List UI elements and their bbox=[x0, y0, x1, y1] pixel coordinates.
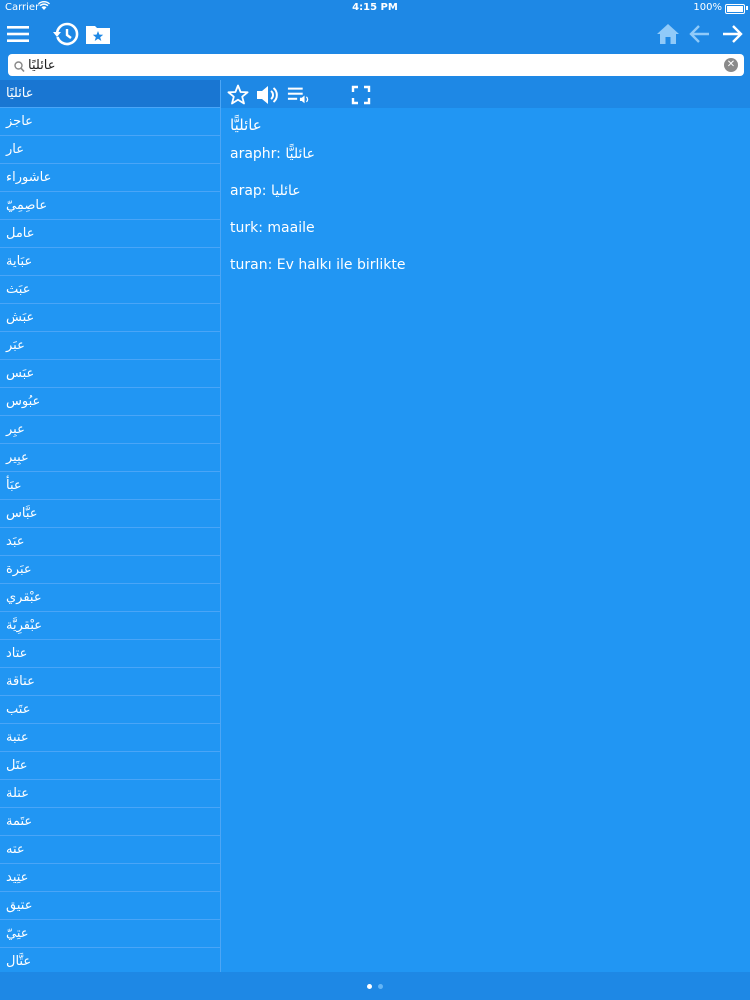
list-item[interactable]: عتبة bbox=[0, 724, 220, 752]
detail-toolbar bbox=[221, 80, 750, 108]
entry-value: maaile bbox=[267, 220, 315, 236]
list-item[interactable]: عتلة bbox=[0, 780, 220, 808]
definition-entry: turk: maaile bbox=[230, 220, 740, 236]
menu-icon[interactable] bbox=[4, 20, 32, 48]
entry-value: عائليًّا bbox=[285, 146, 315, 162]
battery-icon bbox=[725, 4, 745, 14]
list-item[interactable]: عبَرة bbox=[0, 556, 220, 584]
list-item[interactable]: عامل bbox=[0, 220, 220, 248]
home-icon[interactable] bbox=[654, 20, 682, 48]
list-item[interactable]: عاصِمِيّ bbox=[0, 192, 220, 220]
fullscreen-icon[interactable] bbox=[349, 83, 373, 107]
headword: عائليًّا bbox=[230, 116, 262, 134]
favorites-folder-icon[interactable] bbox=[84, 20, 112, 48]
list-item[interactable]: عبَأ bbox=[0, 472, 220, 500]
list-item[interactable]: عبُوس bbox=[0, 388, 220, 416]
battery-nub bbox=[746, 6, 748, 10]
forward-arrow-icon[interactable] bbox=[718, 20, 746, 48]
list-item[interactable]: عتِيد bbox=[0, 864, 220, 892]
clear-search-icon[interactable]: ✕ bbox=[724, 58, 738, 72]
page-dot-active[interactable] bbox=[367, 984, 372, 989]
list-item[interactable]: عتَل bbox=[0, 752, 220, 780]
list-item[interactable]: عائليًا bbox=[0, 80, 220, 108]
clock: 4:15 PM bbox=[352, 2, 398, 13]
bottom-bar bbox=[0, 972, 750, 1000]
battery-percent: 100% bbox=[693, 2, 722, 13]
list-item[interactable]: عبْقرِيَّة bbox=[0, 612, 220, 640]
list-item[interactable]: عبْقري bbox=[0, 584, 220, 612]
page-dot[interactable] bbox=[378, 984, 383, 989]
list-item[interactable]: عتِيّ bbox=[0, 920, 220, 948]
list-item[interactable]: عتاد bbox=[0, 640, 220, 668]
entry-label: turk: bbox=[230, 220, 263, 236]
definition-entry: turan: Ev halkı ile birlikte bbox=[230, 257, 740, 273]
entry-value: عائليا bbox=[270, 183, 301, 199]
top-toolbar bbox=[0, 16, 750, 52]
status-bar: Carrier 4:15 PM 100% bbox=[0, 0, 750, 16]
list-item[interactable]: عبَر bbox=[0, 332, 220, 360]
star-icon[interactable] bbox=[226, 83, 250, 107]
list-item[interactable]: عتَّال bbox=[0, 948, 220, 972]
list-item[interactable]: عبَث bbox=[0, 276, 220, 304]
list-item[interactable]: عتيق bbox=[0, 892, 220, 920]
word-list: عائليًا عاجز عار عاشوراء عاصِمِيّ عامل عبَاية ع… bbox=[0, 80, 221, 972]
entry-label: turan: bbox=[230, 257, 273, 273]
list-item[interactable]: عبِر bbox=[0, 416, 220, 444]
search-icon bbox=[14, 58, 25, 77]
list-item[interactable]: عبَاية bbox=[0, 248, 220, 276]
search-bar: ✕ bbox=[0, 52, 750, 80]
list-item[interactable]: عبَش bbox=[0, 304, 220, 332]
definition-entry: arap: عائليا bbox=[230, 183, 740, 199]
list-item[interactable]: عاشوراء bbox=[0, 164, 220, 192]
entry-label: araphr: bbox=[230, 146, 281, 162]
list-item[interactable]: عاجز bbox=[0, 108, 220, 136]
definition-panel: عائليًّا araphr: عائليًّا arap: عائليا tur… bbox=[230, 112, 740, 294]
speaker-icon[interactable] bbox=[255, 83, 279, 107]
list-item[interactable]: عبِير bbox=[0, 444, 220, 472]
list-item[interactable]: عتَب bbox=[0, 696, 220, 724]
search-input[interactable] bbox=[28, 55, 718, 75]
history-icon[interactable] bbox=[52, 20, 80, 48]
list-item[interactable]: عبَّاس bbox=[0, 500, 220, 528]
list-item[interactable]: عتَمة bbox=[0, 808, 220, 836]
list-item[interactable]: عته bbox=[0, 836, 220, 864]
list-item[interactable]: عتاقة bbox=[0, 668, 220, 696]
playlist-audio-icon[interactable] bbox=[287, 83, 311, 107]
back-arrow-icon[interactable] bbox=[686, 20, 714, 48]
list-item[interactable]: عبَد bbox=[0, 528, 220, 556]
definition-entry: araphr: عائليًّا bbox=[230, 146, 740, 162]
search-box[interactable]: ✕ bbox=[8, 54, 744, 76]
entry-value: Ev halkı ile birlikte bbox=[276, 257, 406, 273]
list-item[interactable]: عبَس bbox=[0, 360, 220, 388]
list-item[interactable]: عار bbox=[0, 136, 220, 164]
entry-label: arap: bbox=[230, 183, 267, 199]
